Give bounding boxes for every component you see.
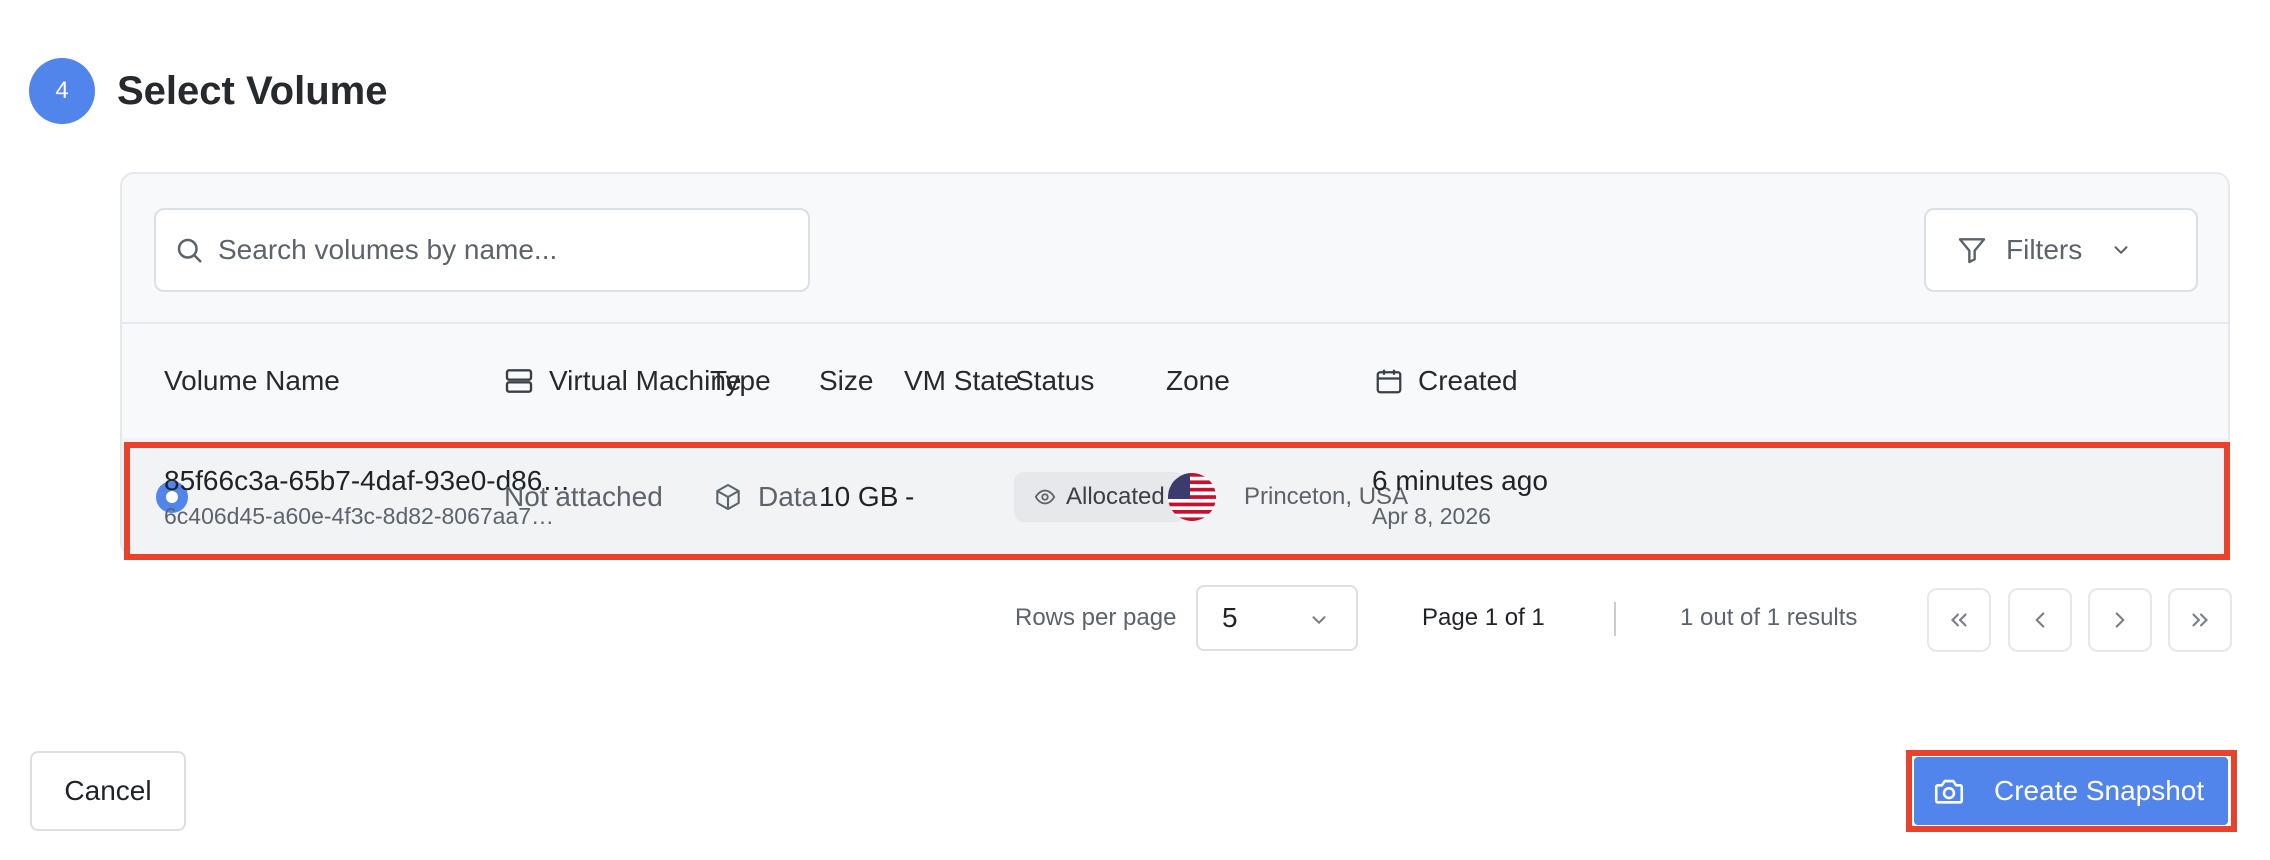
server-icon: [503, 365, 549, 397]
header-virtual-machine[interactable]: Virtual Machine: [503, 324, 741, 438]
table-toolbar: Filters: [122, 174, 2228, 324]
box-icon: [712, 481, 744, 513]
table-row[interactable]: 85f66c3a-65b7-4daf-93e0-d86… 6c406d45-a6…: [122, 438, 2228, 554]
search-box[interactable]: [154, 208, 810, 292]
created-date: Apr 8, 2026: [1372, 502, 1491, 529]
header-volume-name[interactable]: Volume Name: [164, 324, 340, 438]
status-cell: Allocated: [1014, 438, 1185, 554]
camera-icon: [1932, 774, 1994, 808]
header-size[interactable]: Size: [819, 324, 873, 438]
table-header: Volume Name Virtual Machine Type Size VM…: [122, 324, 2228, 438]
rows-per-page-select[interactable]: 5: [1196, 585, 1358, 651]
filter-icon: [1956, 234, 1988, 266]
chevrons-left-icon: [1946, 607, 1972, 633]
eye-icon: [1034, 486, 1066, 508]
status-badge: Allocated: [1014, 472, 1185, 522]
filters-button[interactable]: Filters: [1924, 208, 2198, 292]
rows-per-page-value: 5: [1222, 602, 1238, 633]
header-created-label: Created: [1418, 365, 1518, 396]
volumes-table-panel: Filters Volume Name Virtual Machine Type…: [120, 172, 2230, 556]
cancel-button[interactable]: Cancel: [30, 751, 186, 831]
type-cell: Data: [712, 438, 818, 554]
pager-divider: [1614, 602, 1616, 636]
rows-per-page-label: Rows per page: [1015, 604, 1177, 631]
type-value: Data: [758, 481, 818, 512]
results-count: 1 out of 1 results: [1680, 604, 1858, 631]
chevron-left-icon: [2027, 607, 2053, 633]
header-status[interactable]: Status: [1015, 324, 1094, 438]
status-value: Allocated: [1066, 483, 1165, 510]
virtual-machine-value: Not attached: [504, 481, 663, 512]
header-vm-state[interactable]: VM State: [904, 324, 1019, 438]
step-number-badge: 4: [29, 58, 95, 124]
step-header: 4 Select Volume: [29, 58, 387, 124]
size-value: 10 GB: [819, 481, 899, 512]
first-page-button[interactable]: [1927, 588, 1991, 652]
search-input[interactable]: [218, 234, 778, 266]
vm-state-value: -: [905, 481, 915, 512]
chevron-down-icon: [1308, 609, 1330, 631]
calendar-icon: [1374, 366, 1418, 396]
create-snapshot-label: Create Snapshot: [1994, 775, 2205, 806]
chevron-down-icon: [2110, 239, 2132, 261]
page-info: Page 1 of 1: [1422, 604, 1545, 631]
search-icon: [172, 233, 206, 267]
last-page-button[interactable]: [2168, 588, 2232, 652]
header-zone[interactable]: Zone: [1166, 324, 1230, 438]
us-flag-icon: [1168, 473, 1216, 521]
previous-page-button[interactable]: [2008, 588, 2072, 652]
next-page-button[interactable]: [2088, 588, 2152, 652]
page-title: Select Volume: [117, 68, 388, 113]
created-cell: 6 minutes ago Apr 8, 2026: [1372, 438, 1548, 554]
created-relative: 6 minutes ago: [1372, 464, 1548, 496]
chevrons-right-icon: [2187, 607, 2213, 633]
filters-label: Filters: [2006, 234, 2083, 265]
header-created[interactable]: Created: [1374, 324, 1518, 438]
create-snapshot-button[interactable]: Create Snapshot: [1914, 757, 2228, 825]
chevron-right-icon: [2107, 607, 2133, 633]
header-type[interactable]: Type: [710, 324, 771, 438]
